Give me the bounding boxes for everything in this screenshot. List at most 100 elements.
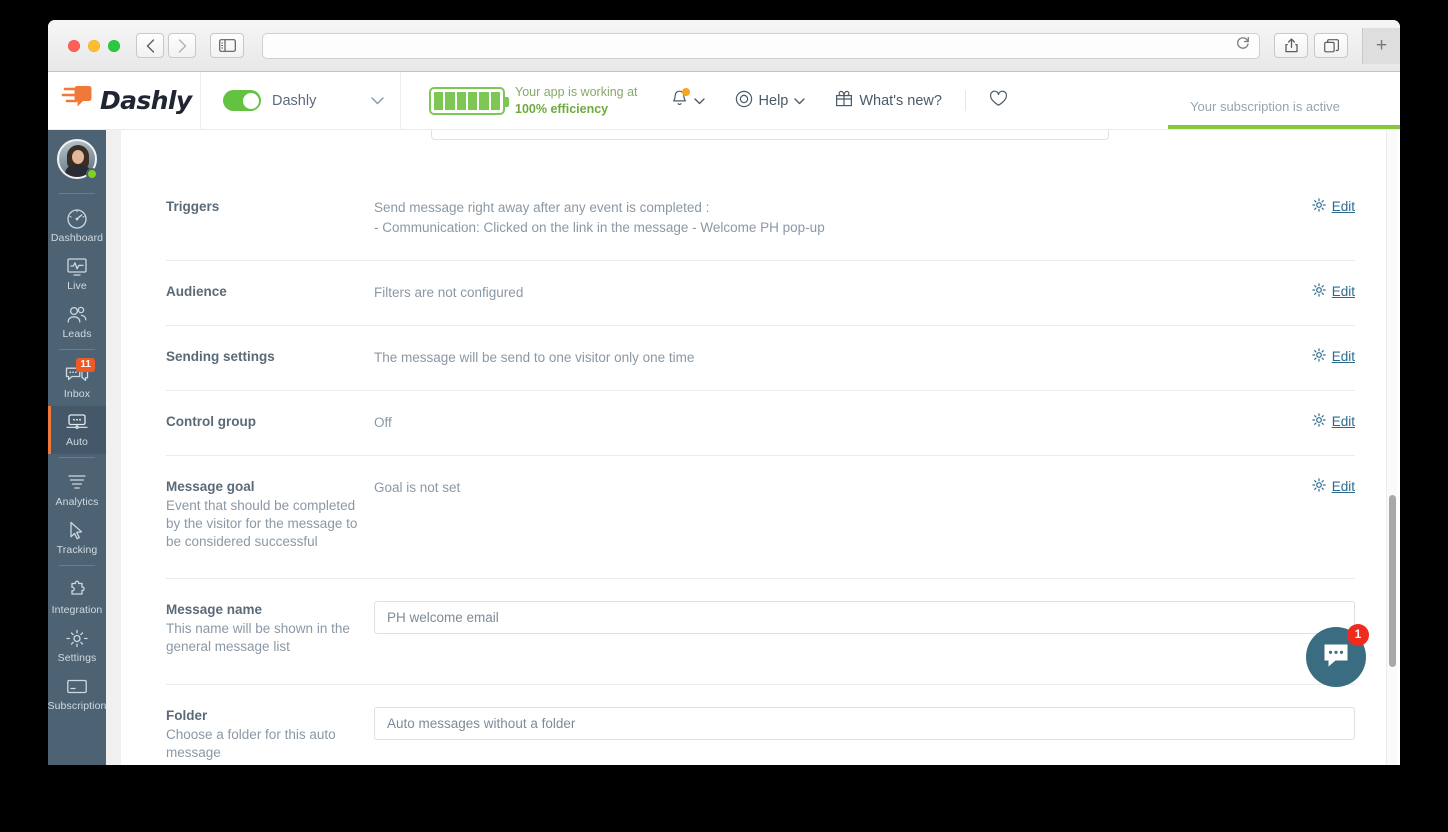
edit-label: Edit — [1331, 414, 1355, 429]
chat-dots-icon — [1321, 641, 1351, 674]
gear-icon — [65, 627, 89, 650]
sidebar-item-label: Integration — [51, 604, 103, 616]
browser-window: + Dashly Dashly Your app is working at 1… — [48, 20, 1400, 765]
app-switcher-label: Dashly — [272, 92, 317, 109]
sidebar-item-label: Settings — [57, 652, 97, 664]
row-label: Message goal Event that should be comple… — [166, 478, 374, 552]
notifications-button[interactable] — [656, 72, 720, 129]
sidebar-item-dashboard[interactable]: Dashboard — [48, 202, 106, 250]
sidebar-item-subscription[interactable]: Subscription — [48, 670, 106, 718]
chevron-down-icon — [693, 93, 705, 109]
sidebar-toggle-button[interactable] — [210, 33, 244, 58]
sidebar-item-analytics[interactable]: Analytics — [48, 466, 106, 514]
message-name-input[interactable] — [374, 600, 1355, 634]
sidebar-item-auto[interactable]: Auto — [48, 406, 106, 454]
edit-control-group-button[interactable]: Edit — [1294, 413, 1355, 430]
content-scrollbar[interactable] — [1386, 130, 1397, 765]
edit-sending-settings-button[interactable]: Edit — [1294, 348, 1355, 365]
row-value-line-1: Off — [374, 415, 392, 430]
whats-new-button[interactable]: What's new? — [820, 72, 957, 129]
folder-select-input[interactable] — [374, 707, 1355, 741]
sidebar-item-label: Dashboard — [50, 232, 104, 244]
row-title: Message goal — [166, 479, 255, 494]
settings-row-message-name: Message name This name will be shown in … — [166, 579, 1355, 686]
chat-unread-badge: 1 — [1347, 624, 1369, 646]
back-button[interactable] — [136, 33, 164, 58]
settings-row-audience: Audience Filters are not configured Edit — [166, 261, 1355, 326]
app-logo[interactable]: Dashly — [48, 72, 201, 129]
share-button[interactable] — [1274, 33, 1308, 58]
reload-icon[interactable] — [1236, 36, 1250, 55]
sidebar-divider — [59, 565, 95, 566]
sidebar-item-tracking[interactable]: Tracking — [48, 514, 106, 562]
edit-message-goal-button[interactable]: Edit — [1294, 478, 1355, 495]
whats-new-label: What's new? — [859, 92, 942, 109]
gear-icon — [1312, 478, 1326, 495]
sidebar-item-label: Tracking — [56, 544, 98, 556]
edit-label: Edit — [1331, 479, 1355, 494]
tab-overview-button[interactable] — [1314, 33, 1348, 58]
heart-icon — [989, 90, 1008, 111]
toolbar-right-actions: + — [1274, 27, 1400, 64]
help-menu[interactable]: Help — [720, 72, 821, 129]
sidebar-item-inbox[interactable]: 11 Inbox — [48, 358, 106, 406]
row-title: Message name — [166, 601, 263, 617]
online-status-dot — [86, 168, 98, 180]
row-title: Folder — [166, 708, 208, 724]
inbox-unread-badge: 11 — [76, 358, 95, 372]
avatar[interactable] — [57, 139, 98, 180]
edit-audience-button[interactable]: Edit — [1294, 283, 1355, 300]
gear-icon — [1312, 283, 1326, 300]
app-logo-text: Dashly — [100, 86, 192, 115]
dashly-logo-icon — [61, 84, 93, 117]
favorite-button[interactable] — [974, 72, 1023, 129]
row-value: Filters are not configured — [374, 283, 1294, 303]
maximize-window-button[interactable] — [108, 39, 120, 52]
forward-button[interactable] — [168, 33, 196, 58]
edit-label: Edit — [1331, 284, 1355, 299]
chat-widget-button[interactable]: 1 — [1306, 624, 1369, 687]
auto-message-icon — [64, 411, 90, 434]
settings-row-folder: Folder Choose a folder for this auto mes… — [166, 685, 1355, 765]
app-switcher[interactable]: Dashly — [201, 72, 401, 129]
sidebar-item-label: Leads — [62, 328, 92, 340]
sidebar-item-live[interactable]: Live — [48, 250, 106, 298]
sidebar-item-label: Subscription — [48, 700, 107, 712]
row-value: Send message right away after any event … — [374, 198, 1294, 238]
row-label: Triggers — [166, 198, 374, 216]
efficiency-line-1: Your app is working at — [515, 84, 638, 99]
sidebar-item-label: Auto — [66, 436, 88, 448]
gear-icon — [1312, 198, 1326, 215]
sidebar-divider — [59, 349, 95, 350]
sidebar-gutter — [106, 130, 121, 765]
row-description: This name will be shown in the general m… — [166, 620, 350, 654]
edit-triggers-button[interactable]: Edit — [1294, 198, 1355, 215]
settings-row-sending-settings: Sending settings The message will be sen… — [166, 326, 1355, 391]
row-description: Choose a folder for this auto message — [166, 727, 336, 761]
edit-label: Edit — [1331, 349, 1355, 364]
row-value — [374, 600, 1355, 634]
speedometer-icon — [65, 207, 89, 230]
new-tab-button[interactable]: + — [1362, 27, 1400, 64]
sidebar-item-settings[interactable]: Settings — [48, 622, 106, 670]
row-label: Control group — [166, 413, 374, 431]
sidebar-item-leads[interactable]: Leads — [48, 298, 106, 346]
help-circle-icon — [735, 90, 753, 112]
close-window-button[interactable] — [68, 39, 80, 52]
row-label: Folder Choose a folder for this auto mes… — [166, 707, 374, 762]
main-content: Triggers Send message right away after a… — [121, 130, 1400, 765]
app-active-toggle[interactable] — [223, 90, 261, 111]
minimize-window-button[interactable] — [88, 39, 100, 52]
sidebar-item-label: Live — [67, 280, 87, 292]
sidebar-item-integration[interactable]: Integration — [48, 574, 106, 622]
monitor-pulse-icon — [65, 255, 89, 278]
subscription-status: Your subscription is active — [1130, 99, 1400, 129]
address-bar[interactable] — [262, 32, 1260, 59]
settings-row-message-goal: Message goal Event that should be comple… — [166, 456, 1355, 579]
row-title: Control group — [166, 414, 256, 429]
scrollbar-thumb[interactable] — [1389, 495, 1396, 667]
settings-row-control-group: Control group Off Edit — [166, 391, 1355, 456]
chevron-down-icon[interactable] — [371, 94, 384, 108]
settings-row-triggers: Triggers Send message right away after a… — [166, 176, 1355, 261]
new-tab-label: + — [1375, 34, 1388, 56]
